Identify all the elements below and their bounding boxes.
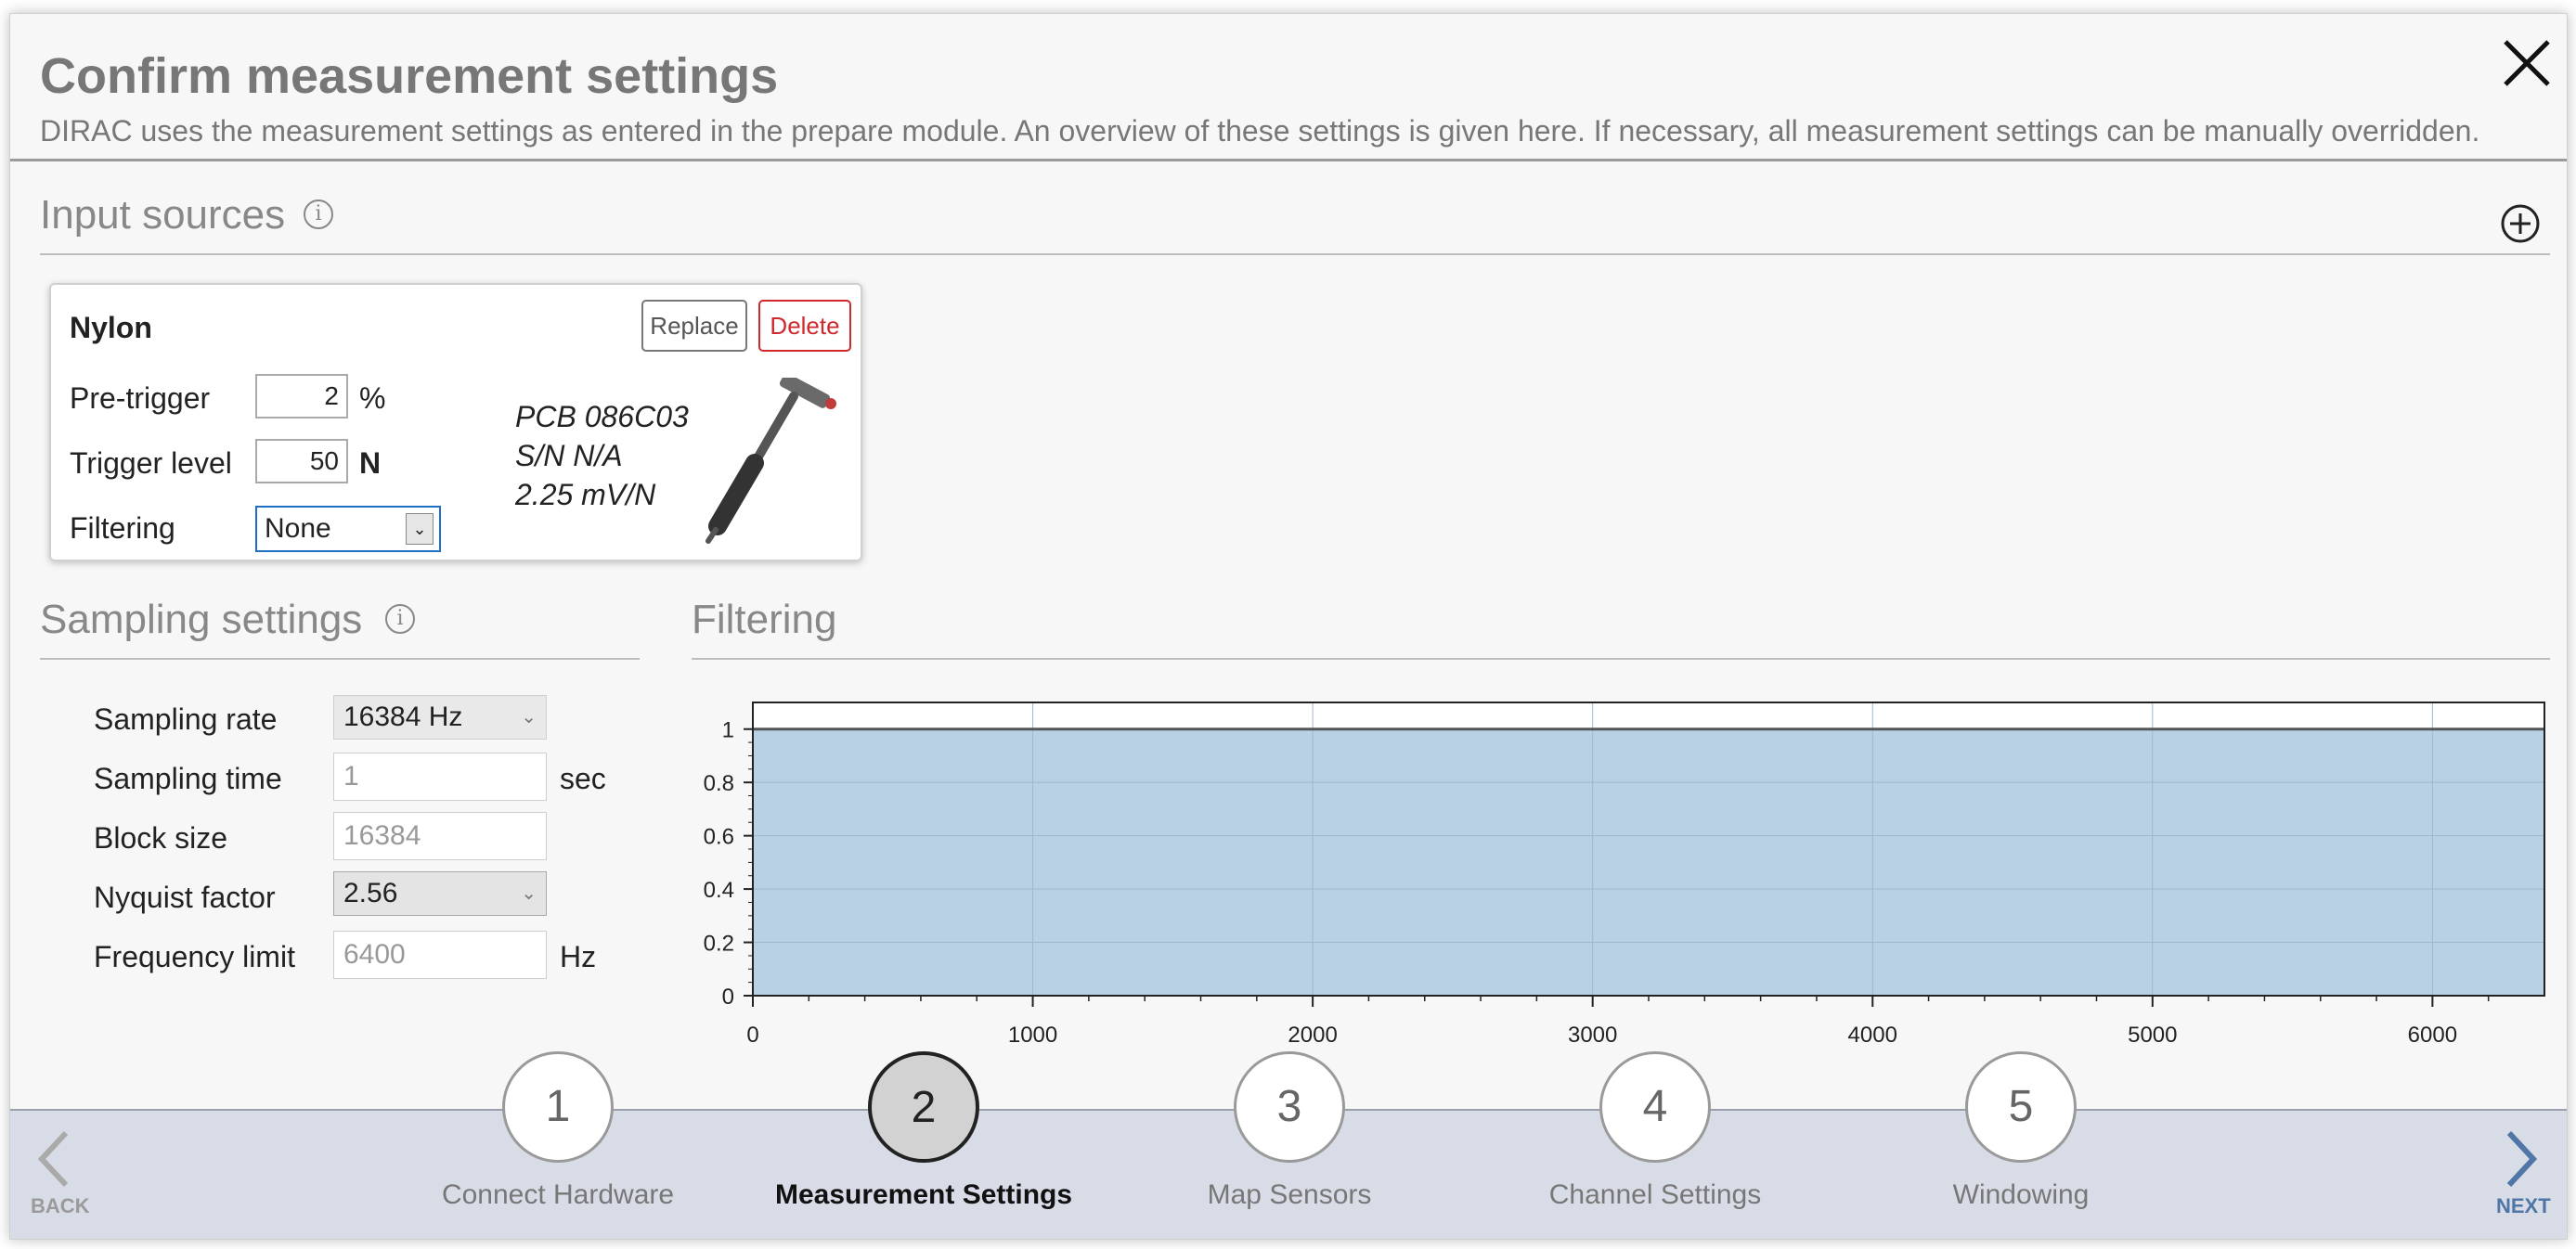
y-tick-label: 0 <box>722 985 734 1010</box>
filtering-divider <box>692 658 2550 660</box>
filter-response-chart: 0 1000 2000 3000 4000 5000 6000 0 0.2 0.4 0.6 0.8 1 <box>704 702 2545 1048</box>
block-size-label: Block size <box>94 821 228 855</box>
info-icon[interactable]: i <box>304 200 333 229</box>
x-tick-label: 6000 <box>2408 1023 2457 1048</box>
source-name: Nylon <box>70 311 152 344</box>
add-source-icon[interactable] <box>2500 203 2541 244</box>
close-icon[interactable] <box>2494 31 2559 96</box>
sampling-time-label: Sampling time <box>94 762 282 795</box>
y-tick-label: 0.2 <box>704 932 734 957</box>
step-3-label[interactable]: Map Sensors <box>1104 1179 1475 1211</box>
header-divider <box>10 159 2567 161</box>
chevron-down-icon: ⌄ <box>406 513 434 545</box>
input-sources-title: Input sources <box>40 192 286 238</box>
filter-area <box>753 728 2544 996</box>
x-tick-label: 3000 <box>1568 1023 1617 1048</box>
sampling-rate-value: 16384 Hz <box>343 702 463 732</box>
sampling-divider <box>40 658 640 660</box>
pretrigger-unit: % <box>359 381 386 415</box>
chevron-down-icon: ⌄ <box>521 883 537 904</box>
x-tick-label: 1000 <box>1008 1023 1057 1048</box>
sampling-rate-label: Sampling rate <box>94 702 278 736</box>
y-tick-label: 0.6 <box>704 825 734 850</box>
x-tick-label: 5000 <box>2128 1023 2177 1048</box>
step-5-label[interactable]: Windowing <box>1835 1179 2207 1211</box>
x-tick-label: 0 <box>746 1023 758 1048</box>
nyquist-factor-label: Nyquist factor <box>94 881 276 914</box>
step-2-circle[interactable]: 2 <box>868 1051 979 1163</box>
chevron-down-icon: ⌄ <box>521 707 537 728</box>
y-tick-label: 1 <box>722 718 734 743</box>
sampling-time-unit: sec <box>560 762 606 795</box>
replace-button[interactable]: Replace <box>641 300 747 352</box>
input-source-card: Nylon Replace Delete Pre-trigger % Trigg… <box>49 283 862 561</box>
pretrigger-input[interactable] <box>255 374 348 418</box>
step-5-circle[interactable]: 5 <box>1965 1051 2077 1163</box>
sampling-rate-select[interactable]: 16384 Hz ⌄ <box>333 695 547 740</box>
step-3-circle[interactable]: 3 <box>1234 1051 1345 1163</box>
trigger-level-unit: N <box>359 446 382 480</box>
sensor-model: PCB 086C03 <box>515 400 689 433</box>
step-1-circle[interactable]: 1 <box>502 1051 614 1163</box>
next-arrow-icon[interactable] <box>2504 1129 2541 1189</box>
y-tick-label: 0.4 <box>704 878 734 903</box>
filtering-value: None <box>265 513 331 544</box>
back-label[interactable]: BACK <box>31 1194 90 1218</box>
delete-button[interactable]: Delete <box>758 300 851 352</box>
frequency-limit-label: Frequency limit <box>94 940 295 973</box>
next-label[interactable]: NEXT <box>2496 1194 2551 1218</box>
trigger-level-label: Trigger level <box>70 446 232 480</box>
nyquist-factor-select[interactable]: 2.56 ⌄ <box>333 871 547 916</box>
dialog-window: Confirm measurement settings DIRAC uses … <box>9 13 2568 1240</box>
y-tick-label: 0.8 <box>704 771 734 796</box>
info-icon[interactable]: i <box>385 604 415 634</box>
sampling-settings-title: Sampling settings <box>40 597 363 642</box>
trigger-level-input[interactable] <box>255 439 348 483</box>
frequency-limit-field: 6400 <box>333 931 547 979</box>
block-size-field: 16384 <box>333 812 547 860</box>
page-subtitle: DIRAC uses the measurement settings as e… <box>40 114 2480 148</box>
page-title: Confirm measurement settings <box>40 48 779 104</box>
step-2-label[interactable]: Measurement Settings <box>738 1179 1109 1211</box>
frequency-limit-unit: Hz <box>560 940 597 973</box>
input-sources-divider <box>40 253 2550 255</box>
pretrigger-label: Pre-trigger <box>70 381 211 415</box>
step-4-circle[interactable]: 4 <box>1599 1051 1711 1163</box>
sensor-sensitivity: 2.25 mV/N <box>515 478 656 511</box>
x-tick-label: 2000 <box>1288 1023 1337 1048</box>
sampling-time-field[interactable]: 1 <box>333 753 547 801</box>
step-1-label[interactable]: Connect Hardware <box>372 1179 744 1211</box>
impact-hammer-icon <box>705 378 836 544</box>
back-arrow-icon[interactable] <box>34 1129 71 1189</box>
step-4-label[interactable]: Channel Settings <box>1469 1179 1841 1211</box>
filtering-select[interactable]: None ⌄ <box>255 506 441 552</box>
x-tick-label: 4000 <box>1848 1023 1897 1048</box>
nyquist-factor-value: 2.56 <box>343 878 398 908</box>
filtering-label: Filtering <box>70 511 175 545</box>
filtering-title: Filtering <box>692 597 837 642</box>
sensor-serial: S/N N/A <box>515 439 623 472</box>
